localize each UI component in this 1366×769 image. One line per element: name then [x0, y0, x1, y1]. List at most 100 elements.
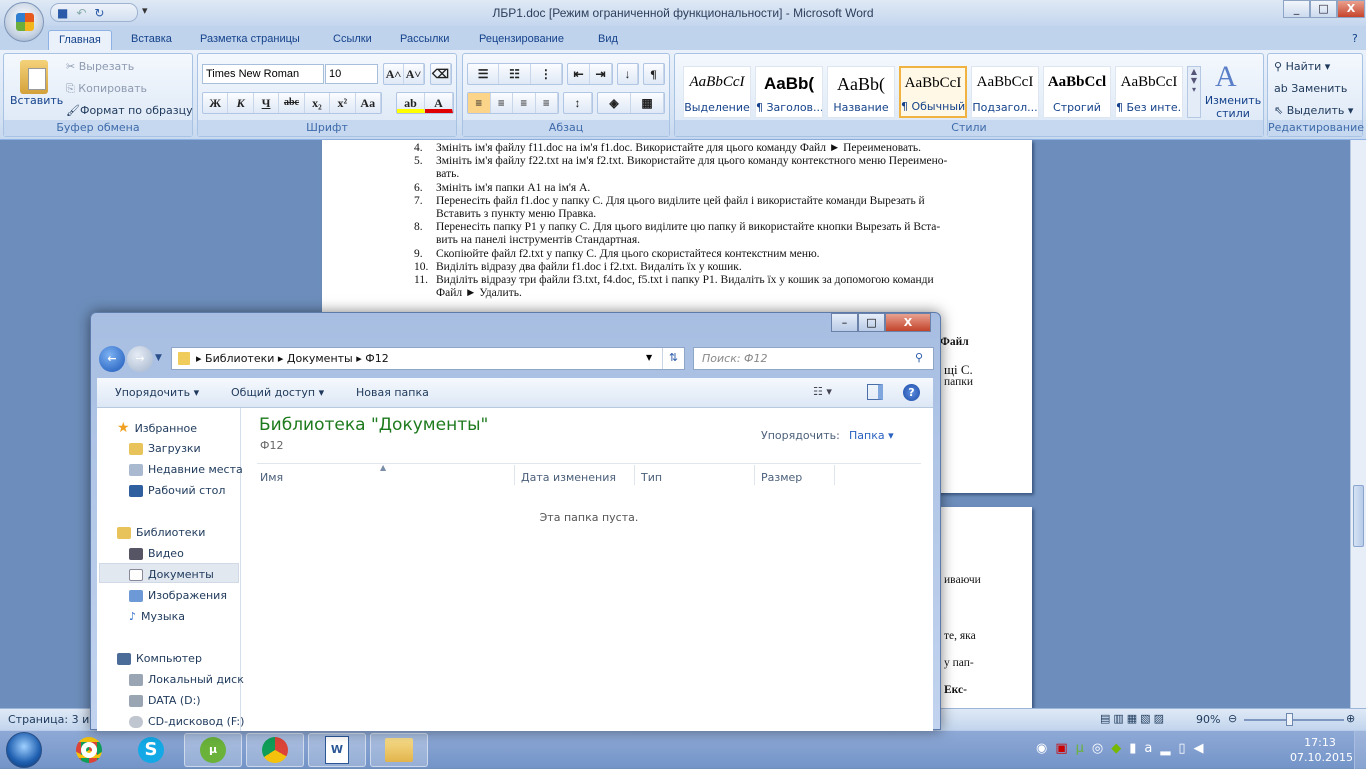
find-button[interactable]: ⚲ Найти ▾: [1274, 60, 1330, 73]
column-size[interactable]: Размер: [761, 471, 802, 484]
style-title[interactable]: AaBb(Название: [827, 66, 895, 118]
help-icon[interactable]: ?: [1352, 32, 1358, 45]
bold-button[interactable]: Ж: [203, 93, 229, 113]
nav-libraries[interactable]: Библиотеки: [117, 526, 205, 539]
grow-font-button[interactable]: A˄: [384, 64, 404, 84]
zoom-thumb[interactable]: [1286, 713, 1293, 726]
nav-cd-drive[interactable]: CD-дисковод (F:): [129, 715, 244, 728]
column-name[interactable]: Имя: [260, 471, 283, 484]
style-emphasis[interactable]: AaBbCcI Выделение: [683, 66, 751, 118]
font-name-select[interactable]: Times New Roman: [202, 64, 324, 84]
borders-icon[interactable]: ▦: [631, 93, 664, 113]
zoom-level[interactable]: 90%: [1196, 713, 1220, 726]
font-size-select[interactable]: 10: [325, 64, 378, 84]
align-left-icon[interactable]: ≡: [468, 93, 491, 113]
tab-references[interactable]: Ссылки: [333, 30, 372, 50]
search-input[interactable]: Поиск: Ф12: [693, 347, 934, 370]
nav-favorites[interactable]: ★ Избранное: [117, 420, 197, 436]
bullets-icon[interactable]: ☰: [468, 64, 500, 84]
italic-button[interactable]: К: [228, 93, 254, 113]
nav-downloads[interactable]: Загрузки: [129, 442, 201, 455]
align-right-icon[interactable]: ≡: [513, 93, 536, 113]
decrease-indent-icon[interactable]: ⇤: [568, 64, 590, 84]
font-color-button[interactable]: A: [425, 93, 453, 113]
view-buttons[interactable]: ▤▥▦▧▨: [1100, 712, 1167, 725]
strikethrough-button[interactable]: abc: [279, 93, 305, 113]
shrink-font-button[interactable]: A˅: [404, 64, 424, 84]
style-strong[interactable]: AaBbCcl Строгий: [1043, 66, 1111, 118]
recent-pages-icon[interactable]: ▼: [155, 353, 162, 363]
shading-icon[interactable]: ◈: [598, 93, 631, 113]
customize-qat-icon[interactable]: ▾: [142, 4, 148, 17]
redo-icon[interactable]: ↻: [94, 6, 104, 20]
close-button[interactable]: X: [1337, 0, 1365, 18]
taskbar-chrome[interactable]: [60, 733, 118, 767]
change-styles-button[interactable]: Изменить стили: [1203, 94, 1263, 120]
tab-review[interactable]: Рецензирование: [479, 30, 564, 50]
nav-music[interactable]: ♪ Музыка: [129, 610, 185, 623]
underline-button[interactable]: Ч: [254, 93, 280, 113]
highlight-button[interactable]: ab: [397, 93, 425, 113]
help-icon[interactable]: ?: [903, 384, 920, 401]
nav-documents[interactable]: Документы: [129, 568, 214, 581]
taskbar-utorrent[interactable]: µ: [184, 733, 242, 767]
preview-pane-icon[interactable]: [867, 384, 883, 400]
column-date-modified[interactable]: Дата изменения: [521, 471, 616, 484]
taskbar-word[interactable]: W: [308, 733, 366, 767]
explorer-minimize-button[interactable]: –: [831, 313, 858, 332]
line-spacing-icon[interactable]: ↕: [564, 93, 592, 113]
clock[interactable]: 17:13 07.10.2015: [1290, 735, 1353, 765]
taskbar-explorer[interactable]: [370, 733, 428, 767]
new-folder-button[interactable]: Новая папка: [356, 386, 429, 399]
explorer-close-button[interactable]: X: [885, 313, 931, 332]
save-icon[interactable]: ■: [57, 6, 68, 20]
clear-formatting-icon[interactable]: ⌫: [431, 64, 451, 84]
nav-video[interactable]: Видео: [129, 547, 184, 560]
style-normal[interactable]: AaBbCcI ¶ Обычный: [899, 66, 967, 118]
style-heading[interactable]: AaBb(¶ Заголов...: [755, 66, 823, 118]
style-subtitle[interactable]: AaBbCcI Подзагол...: [971, 66, 1039, 118]
replace-button[interactable]: ab Заменить: [1274, 82, 1347, 95]
increase-indent-icon[interactable]: ⇥: [590, 64, 612, 84]
address-bar[interactable]: ▸ Библиотеки ▸ Документы ▸ Ф12 ▼ ⇅: [171, 347, 685, 370]
forward-button[interactable]: →: [127, 346, 153, 372]
breadcrumb-libraries[interactable]: Библиотеки: [205, 352, 274, 365]
vertical-scrollbar[interactable]: [1350, 140, 1366, 708]
superscript-button[interactable]: x²: [330, 93, 356, 113]
paste-button[interactable]: Вставить: [10, 94, 63, 107]
address-dropdown-icon[interactable]: ▼: [646, 353, 652, 362]
system-tray[interactable]: ◉▣µ◎◆▮a▂▯◀: [1036, 741, 1212, 756]
share-button[interactable]: Общий доступ ▾: [231, 386, 324, 399]
tab-insert[interactable]: Вставка: [131, 30, 172, 50]
nav-desktop[interactable]: Рабочий стол: [129, 484, 225, 497]
copy-button[interactable]: ⎘ Копировать: [66, 82, 147, 96]
change-case-button[interactable]: Aa: [356, 93, 381, 113]
format-painter-button[interactable]: 🖌Формат по образцу: [66, 104, 193, 117]
numbering-icon[interactable]: ☷: [499, 64, 531, 84]
minimize-button[interactable]: _: [1283, 0, 1310, 18]
view-options-icon[interactable]: ☷ ▾: [813, 385, 832, 398]
refresh-icon[interactable]: ⇅: [662, 348, 684, 369]
page-count[interactable]: Страница: 3 из: [8, 713, 95, 726]
breadcrumb-f12[interactable]: Ф12: [365, 352, 388, 365]
multilevel-list-icon[interactable]: ⋮: [531, 64, 562, 84]
nav-recent[interactable]: Недавние места: [129, 463, 243, 476]
cut-button[interactable]: ✂ Вырезать: [66, 60, 134, 73]
select-button[interactable]: ⇖ Выделить ▾: [1274, 104, 1353, 117]
zoom-in-icon[interactable]: ⊕: [1346, 712, 1355, 725]
zoom-out-icon[interactable]: ⊖: [1228, 712, 1237, 725]
subscript-button[interactable]: x₂: [305, 93, 331, 113]
organize-button[interactable]: Упорядочить ▾: [115, 386, 199, 399]
arrange-select[interactable]: Папка ▾: [849, 429, 894, 442]
tab-mailings[interactable]: Рассылки: [400, 30, 449, 50]
styles-scroll[interactable]: ▲ ▼ ▾: [1187, 66, 1201, 118]
taskbar-chrome-2[interactable]: [246, 733, 304, 767]
sort-icon[interactable]: ↓: [618, 64, 638, 84]
nav-computer[interactable]: Компьютер: [117, 652, 202, 665]
back-button[interactable]: ←: [99, 346, 125, 372]
show-desktop-button[interactable]: [1354, 731, 1366, 769]
nav-images[interactable]: Изображения: [129, 589, 227, 602]
nav-data-drive[interactable]: DATA (D:): [129, 694, 201, 707]
office-button[interactable]: [4, 2, 44, 42]
justify-icon[interactable]: ≡: [536, 93, 558, 113]
